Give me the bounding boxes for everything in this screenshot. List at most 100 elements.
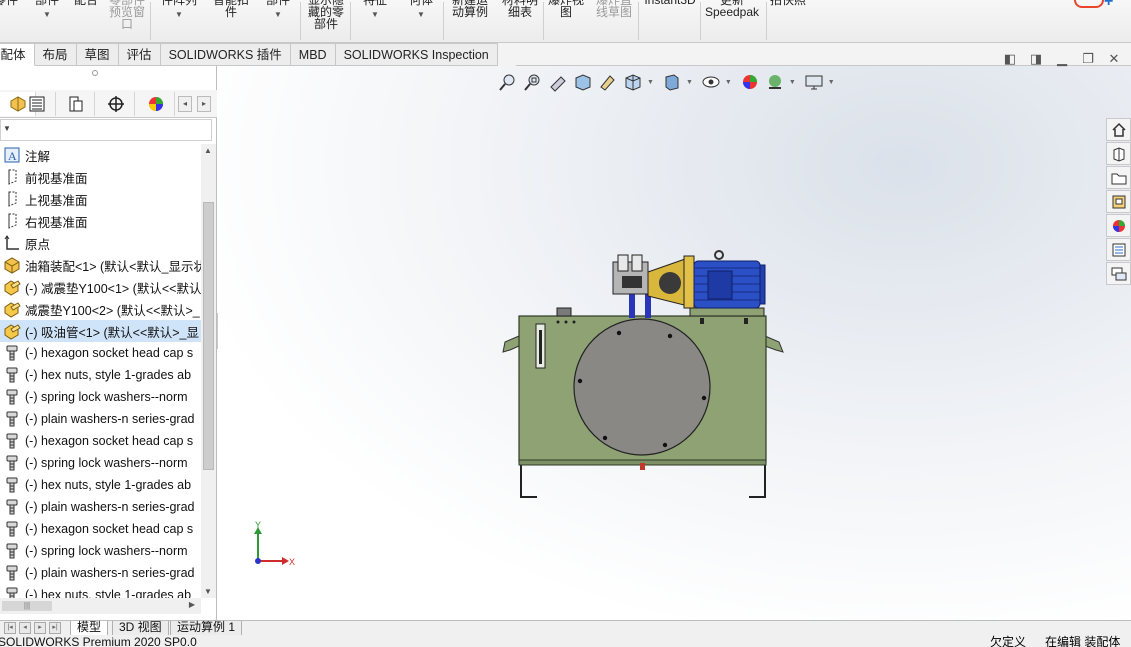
ribbon-button[interactable]: Instant3D xyxy=(642,0,698,6)
file-explorer-icon[interactable] xyxy=(1106,166,1131,189)
tree-item[interactable]: (-) plain washers-n series-grad xyxy=(0,562,201,584)
zoom-to-area-icon[interactable] xyxy=(522,71,544,93)
view-settings-icon[interactable] xyxy=(803,71,825,93)
next-tab-icon[interactable]: ▸ xyxy=(34,622,46,634)
design-library-icon[interactable] xyxy=(1106,142,1131,165)
ribbon-button[interactable]: 显示隐 藏的零 部件 xyxy=(306,0,346,30)
tree-item[interactable]: (-) hex nuts, style 1-grades ab xyxy=(0,474,201,496)
add-icon[interactable]: + xyxy=(1104,0,1113,11)
forum-icon[interactable] xyxy=(1106,262,1131,285)
tree-item[interactable]: 右视基准面 xyxy=(0,210,201,232)
display-manager-tab-icon[interactable] xyxy=(137,92,175,116)
tree-item[interactable]: 油箱装配<1> (默认<默认_显示状 xyxy=(0,254,201,276)
home-icon[interactable] xyxy=(1106,118,1131,141)
chevron-down-icon[interactable]: ▼ xyxy=(371,9,379,21)
view-next-icon[interactable]: ◨ xyxy=(1026,50,1046,68)
ribbon-button[interactable]: 件阵列 ▼ xyxy=(160,0,198,21)
chevron-down-icon[interactable]: ▼ xyxy=(175,9,183,21)
chevron-down-icon[interactable]: ▼ xyxy=(828,79,835,86)
chevron-down-icon[interactable]: ▼ xyxy=(43,9,51,21)
chevron-down-icon[interactable]: ▼ xyxy=(417,9,425,21)
command-tab[interactable]: SOLIDWORKS Inspection xyxy=(335,43,498,66)
chevron-down-icon[interactable]: ▼ xyxy=(686,79,693,86)
tab-scroll-left-icon[interactable]: ◂ xyxy=(178,96,192,112)
dimxpert-tab-icon[interactable] xyxy=(97,92,135,116)
last-tab-icon[interactable]: ▸| xyxy=(49,622,61,634)
tree-item[interactable]: (-) 吸油管<1> (默认<<默认>_显 xyxy=(0,320,201,342)
scroll-up-icon[interactable]: ▲ xyxy=(204,146,212,155)
view-previous-icon[interactable]: ◧ xyxy=(1000,50,1020,68)
command-tab[interactable]: 布局 xyxy=(34,43,77,66)
chevron-down-icon[interactable]: ▼ xyxy=(274,9,282,21)
tree-horizontal-scrollbar[interactable]: ||| ▶ xyxy=(0,598,201,614)
view-palette-icon[interactable] xyxy=(1106,190,1131,213)
chevron-down-icon[interactable]: ▼ xyxy=(647,79,654,86)
tree-item[interactable]: 减震垫Y100<2> (默认<<默认>_ xyxy=(0,298,201,320)
panel-grip[interactable] xyxy=(92,70,98,76)
ribbon-button[interactable]: 部件 ▼ xyxy=(264,0,292,21)
configuration-manager-tab-icon[interactable] xyxy=(57,92,95,116)
tree-vertical-scrollbar[interactable]: ▲ ▼ xyxy=(201,144,216,598)
tree-item[interactable]: (-) plain washers-n series-grad xyxy=(0,408,201,430)
tree-filter[interactable]: ▼ xyxy=(0,119,212,141)
custom-properties-icon[interactable] xyxy=(1106,238,1131,261)
dynamic-annotation-icon[interactable] xyxy=(597,71,619,93)
tree-item[interactable]: A 注解 xyxy=(0,144,201,166)
command-tab[interactable]: 草图 xyxy=(76,43,119,66)
ribbon-button[interactable]: 材料明 细表 xyxy=(500,0,540,18)
command-tab[interactable]: MBD xyxy=(290,43,336,66)
ribbon-button[interactable]: 更新 Speedpak xyxy=(705,0,759,18)
tab-model[interactable]: 模型 xyxy=(70,621,109,636)
ribbon-button[interactable]: 部件 ▼ xyxy=(34,0,60,21)
scroll-thumb[interactable] xyxy=(203,202,214,470)
zoom-to-fit-icon[interactable] xyxy=(497,71,519,93)
ribbon-button[interactable]: 爆炸直 线草图 xyxy=(594,0,634,18)
graphics-area[interactable] xyxy=(218,66,1131,620)
ribbon-button[interactable]: 配合 xyxy=(73,0,99,6)
ribbon-button[interactable]: 零件 xyxy=(0,0,22,6)
apply-scene-icon[interactable] xyxy=(764,71,786,93)
ribbon-button[interactable]: 新建运 动算例 xyxy=(450,0,490,18)
tree-item[interactable]: 前视基准面 xyxy=(0,166,201,188)
scroll-right-icon[interactable]: ▶ xyxy=(189,600,195,609)
chevron-down-icon[interactable]: ▼ xyxy=(789,79,796,86)
tree-item[interactable]: (-) plain washers-n series-grad xyxy=(0,496,201,518)
edit-appearance-icon[interactable] xyxy=(739,71,761,93)
minimize-icon[interactable]: ▁ xyxy=(1052,50,1072,68)
ribbon-button[interactable]: 智能扣件 xyxy=(212,0,250,18)
prev-tab-icon[interactable]: ◂ xyxy=(19,622,31,634)
property-manager-tab-icon[interactable] xyxy=(18,92,56,116)
chevron-down-icon[interactable]: ▼ xyxy=(725,79,732,86)
hide-show-items-icon[interactable] xyxy=(700,71,722,93)
tree-item[interactable]: 原点 xyxy=(0,232,201,254)
tab-motion-study[interactable]: 运动算例 1 xyxy=(170,621,243,636)
tree-item[interactable]: (-) 减震垫Y100<1> (默认<<默认> xyxy=(0,276,201,298)
tree-item[interactable]: (-) spring lock washers--norm xyxy=(0,386,201,408)
tree-item[interactable]: (-) spring lock washers--norm xyxy=(0,452,201,474)
display-style-icon[interactable] xyxy=(661,71,683,93)
tree-item[interactable]: 上视基准面 xyxy=(0,188,201,210)
tree-item[interactable]: (-) hexagon socket head cap s xyxy=(0,430,201,452)
tree-item[interactable]: (-) hexagon socket head cap s xyxy=(0,342,201,364)
ribbon-button[interactable]: 特征 ▼ xyxy=(360,0,390,21)
tree-item[interactable]: (-) spring lock washers--norm xyxy=(0,540,201,562)
tree-item[interactable]: (-) hex nuts, style 1-grades ab xyxy=(0,584,201,598)
tree-item[interactable]: (-) hexagon socket head cap s xyxy=(0,518,201,540)
tree-item[interactable]: (-) hex nuts, style 1-grades ab xyxy=(0,364,201,386)
appearances-icon[interactable] xyxy=(1106,214,1131,237)
chevron-down-icon[interactable]: ▼ xyxy=(3,124,11,133)
ribbon-button[interactable]: 零部件 预览窗口 xyxy=(108,0,146,30)
hydraulic-unit-model[interactable] xyxy=(218,66,1131,620)
command-tab[interactable]: 评估 xyxy=(118,43,161,66)
section-view-icon[interactable] xyxy=(572,71,594,93)
ribbon-button[interactable]: 爆炸视图 xyxy=(546,0,586,18)
command-tab[interactable]: 装配体 xyxy=(0,43,35,66)
scroll-thumb[interactable]: ||| xyxy=(2,601,52,611)
restore-icon[interactable]: ❐ xyxy=(1078,50,1098,68)
tab-3d-view[interactable]: 3D 视图 xyxy=(112,621,169,636)
previous-view-icon[interactable] xyxy=(547,71,569,93)
view-orientation-icon[interactable] xyxy=(622,71,644,93)
tab-scroll-right-icon[interactable]: ▸ xyxy=(197,96,211,112)
scroll-down-icon[interactable]: ▼ xyxy=(204,587,212,596)
close-icon[interactable]: ✕ xyxy=(1104,50,1124,68)
